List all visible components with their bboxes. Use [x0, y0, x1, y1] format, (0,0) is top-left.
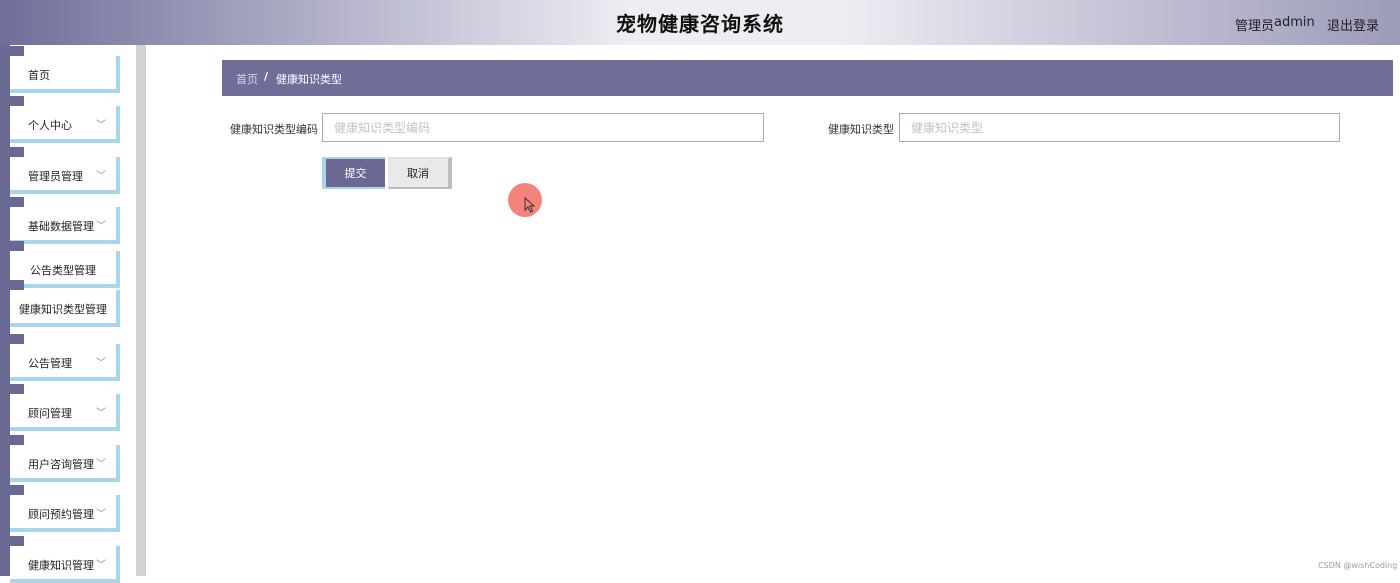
nav-marker: [10, 334, 24, 344]
user-role-label: 管理员: [1235, 19, 1275, 34]
breadcrumb-current: 健康知识类型: [276, 73, 342, 86]
sidebar-item-label: 健康知识类型管理: [19, 303, 107, 316]
chevron-down-icon: ﹀: [96, 221, 106, 232]
nav-marker: [10, 147, 24, 157]
sidebar-item-label: 公告类型管理: [30, 264, 96, 277]
sidebar-item-4[interactable]: 公告类型管理: [10, 251, 120, 288]
chevron-down-icon: ﹀: [96, 120, 106, 131]
sidebar-strip: [0, 45, 10, 576]
watermark: CSDN @wishCoding: [1318, 561, 1398, 570]
user-name: admin: [1274, 15, 1315, 30]
type-field-label: 健康知识类型: [828, 123, 894, 136]
sidebar-gutter: [136, 45, 146, 576]
nav-marker: [10, 241, 24, 251]
chevron-down-icon: ﹀: [96, 509, 106, 520]
nav-marker: [10, 384, 24, 394]
nav-marker: [10, 46, 24, 56]
nav-marker: [10, 96, 24, 106]
sidebar-item-label: 顾问管理: [28, 407, 72, 420]
nav-marker: [10, 485, 24, 495]
sidebar-item-0[interactable]: 首页: [10, 56, 120, 93]
nav-marker: [10, 435, 24, 445]
sidebar-item-label: 管理员管理: [28, 170, 83, 183]
cancel-button[interactable]: 取消: [388, 157, 452, 189]
sidebar-item-label: 首页: [28, 69, 50, 82]
nav-marker: [10, 280, 24, 290]
chevron-down-icon: ﹀: [96, 358, 106, 369]
logout-link[interactable]: 退出登录: [1327, 15, 1379, 34]
breadcrumb: 首页 / 健康知识类型: [222, 60, 1393, 96]
sidebar-item-label: 健康知识管理: [28, 559, 94, 572]
code-input[interactable]: [322, 113, 764, 142]
sidebar-item-label: 个人中心: [28, 119, 72, 132]
sidebar-item-3[interactable]: 基础数据管理 ﹀: [10, 207, 120, 244]
sidebar-item-8[interactable]: 用户咨询管理 ﹀: [10, 445, 120, 482]
sidebar-item-label: 基础数据管理: [28, 220, 94, 233]
sidebar-item-label: 顾问预约管理: [28, 508, 94, 521]
sidebar-item-label: 用户咨询管理: [28, 458, 94, 471]
sidebar-item-1[interactable]: 个人中心 ﹀: [10, 106, 120, 143]
sidebar-item-6[interactable]: 公告管理 ﹀: [10, 344, 120, 381]
breadcrumb-home[interactable]: 首页: [236, 71, 258, 87]
submit-button[interactable]: 提交: [322, 157, 385, 189]
nav-marker: [10, 197, 24, 207]
code-field-label: 健康知识类型编码: [230, 123, 318, 136]
app-title: 宠物健康咨询系统: [616, 12, 784, 36]
nav-marker: [10, 536, 24, 546]
sidebar-item-label: 公告管理: [28, 357, 72, 370]
chevron-down-icon: ﹀: [96, 459, 106, 470]
chevron-down-icon: ﹀: [96, 171, 106, 182]
sidebar-item-9[interactable]: 顾问预约管理 ﹀: [10, 495, 120, 532]
chevron-down-icon: ﹀: [96, 408, 106, 419]
sidebar-item-10[interactable]: 健康知识管理 ﹀: [10, 546, 120, 583]
sidebar-item-5[interactable]: 健康知识类型管理: [10, 290, 120, 327]
sidebar-item-7[interactable]: 顾问管理 ﹀: [10, 394, 120, 431]
top-header: 宠物健康咨询系统 管理员 admin 退出登录: [0, 0, 1400, 45]
sidebar-item-2[interactable]: 管理员管理 ﹀: [10, 157, 120, 194]
mouse-cursor-icon: [524, 197, 536, 213]
breadcrumb-separator: /: [264, 70, 269, 83]
chevron-down-icon: ﹀: [96, 560, 106, 571]
type-input[interactable]: [899, 113, 1340, 142]
